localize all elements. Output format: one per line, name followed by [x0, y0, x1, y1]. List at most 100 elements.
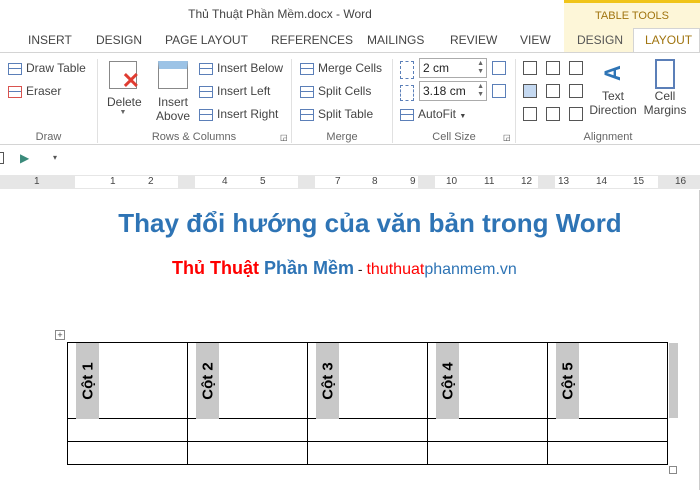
tab-insert[interactable]: INSERT: [28, 33, 72, 47]
ruler-number: 10: [446, 176, 458, 187]
table-cell[interactable]: [427, 418, 548, 442]
align-center-left-icon[interactable]: [523, 84, 537, 98]
column-header: Cột 4: [439, 362, 456, 400]
split-cells-button[interactable]: Split Cells: [300, 84, 371, 98]
insert-above-button[interactable]: Insert Above: [155, 61, 191, 123]
insert-right-label: Insert Right: [217, 107, 279, 121]
merge-cells-button[interactable]: Merge Cells: [300, 61, 382, 75]
eraser-button[interactable]: Eraser: [8, 84, 61, 98]
draw-table-label: Draw Table: [26, 61, 86, 75]
align-top-right-icon[interactable]: [569, 61, 583, 75]
tab-table-design[interactable]: DESIGN: [577, 33, 623, 47]
document-subheading: Thủ Thuật Phần Mềm - thuthuatphanmem.vn: [172, 258, 517, 279]
autofit-icon: [400, 108, 414, 121]
ribbon-tabs: INSERT DESIGN PAGE LAYOUT REFERENCES MAI…: [0, 28, 700, 52]
new-document-icon[interactable]: [0, 152, 4, 164]
text-direction-button[interactable]: A Text Direction: [588, 57, 638, 117]
table-tools-label: TABLE TOOLS: [564, 0, 700, 28]
insert-left-label: Insert Left: [217, 84, 271, 98]
table-row: Cột 1 Cột 2 Cột 3 Cột 4 Cột 5: [67, 342, 668, 419]
table-cell[interactable]: [307, 418, 428, 442]
tab-review[interactable]: REVIEW: [450, 33, 497, 47]
autofit-button[interactable]: AutoFit ▼: [400, 107, 466, 121]
insert-below-button[interactable]: Insert Below: [199, 61, 283, 75]
row-height-input[interactable]: 2 cm ▲ ▼: [419, 58, 487, 78]
cell-margins-button[interactable]: Cell Margins: [640, 59, 690, 117]
chevron-down-icon: ▼: [459, 113, 467, 120]
row-height-spinner[interactable]: ▲ ▼: [477, 60, 484, 76]
ribbon: Draw Table Eraser Draw ✕ Delete ▼ Insert…: [0, 52, 700, 145]
rows-columns-launcher-icon[interactable]: ◲: [280, 133, 288, 142]
ruler-number: 14: [596, 176, 608, 187]
align-top-center-icon[interactable]: [546, 61, 560, 75]
insert-left-button[interactable]: Insert Left: [199, 84, 270, 98]
chevron-down-icon: ▼: [119, 109, 127, 116]
insert-above-label-1: Insert: [157, 95, 188, 109]
cell-size-launcher-icon[interactable]: ◲: [503, 133, 511, 142]
table-row: [67, 418, 668, 442]
table-move-handle-icon[interactable]: +: [55, 330, 65, 340]
delete-button[interactable]: ✕ Delete ▼: [107, 61, 142, 116]
table-cell[interactable]: [547, 418, 668, 442]
tab-table-layout[interactable]: LAYOUT: [645, 33, 692, 47]
table-cell[interactable]: [307, 441, 428, 465]
eraser-icon: [8, 85, 22, 98]
table-cell[interactable]: Cột 1: [67, 342, 188, 419]
site-blue: phanmem.vn: [424, 261, 517, 278]
column-header: Cột 3: [319, 362, 336, 400]
insert-above-icon: [158, 61, 188, 89]
align-bottom-center-icon[interactable]: [546, 107, 560, 121]
column-width-spinner[interactable]: ▲ ▼: [477, 83, 484, 99]
text-direction-icon: A: [600, 65, 625, 81]
merge-cells-icon: [300, 62, 314, 75]
horizontal-ruler[interactable]: 1 1 2 4 5 7 8 9 10 11 12 13 14 15 16: [0, 175, 700, 189]
row-end-selection: [669, 343, 678, 418]
site-red: thuthuat: [366, 261, 425, 278]
tab-references[interactable]: REFERENCES: [271, 33, 353, 47]
tab-design[interactable]: DESIGN: [96, 33, 142, 47]
distribute-rows-icon[interactable]: [492, 61, 506, 75]
table-cell[interactable]: Cột 2: [187, 342, 308, 419]
split-cells-label: Split Cells: [318, 84, 372, 98]
row-height-value: 2 cm: [423, 61, 450, 75]
align-center-right-icon[interactable]: [569, 84, 583, 98]
column-width-value: 3.18 cm: [423, 84, 466, 98]
split-table-button[interactable]: Split Table: [300, 107, 373, 121]
tab-page-layout[interactable]: PAGE LAYOUT: [165, 33, 248, 47]
distribute-columns-icon[interactable]: [492, 84, 506, 98]
table-cell[interactable]: [187, 418, 308, 442]
subheading-dash: -: [354, 261, 367, 277]
tab-mailings[interactable]: MAILINGS: [367, 33, 424, 47]
draw-table-icon: [8, 62, 22, 75]
ruler-number: 13: [558, 176, 570, 187]
draw-table-button[interactable]: Draw Table: [8, 61, 86, 75]
table-cell[interactable]: Cột 3: [307, 342, 428, 419]
column-header: Cột 5: [559, 362, 576, 400]
align-center-icon[interactable]: [546, 84, 560, 98]
start-from-beginning-icon[interactable]: ▶: [20, 151, 29, 165]
table-cell[interactable]: [187, 441, 308, 465]
table-row: [67, 441, 668, 465]
column-header: Cột 1: [79, 362, 96, 400]
insert-right-button[interactable]: Insert Right: [199, 107, 278, 121]
table-cell[interactable]: [67, 441, 188, 465]
document-table[interactable]: Cột 1 Cột 2 Cột 3 Cột 4 Cột 5: [67, 342, 668, 465]
customize-qat-icon[interactable]: ▾: [53, 153, 57, 162]
align-bottom-right-icon[interactable]: [569, 107, 583, 121]
table-cell[interactable]: Cột 4: [427, 342, 548, 419]
ruler-number: 1: [34, 176, 40, 187]
ruler-number: 8: [372, 176, 378, 187]
table-resize-handle-icon[interactable]: [669, 466, 677, 474]
ruler-number: 5: [260, 176, 266, 187]
split-table-label: Split Table: [318, 107, 374, 121]
column-width-input[interactable]: 3.18 cm ▲ ▼: [419, 81, 487, 101]
table-cell[interactable]: [67, 418, 188, 442]
align-bottom-left-icon[interactable]: [523, 107, 537, 121]
align-top-left-icon[interactable]: [523, 61, 537, 75]
ruler-cell: [195, 176, 298, 188]
table-cell[interactable]: [427, 441, 548, 465]
ruler-number: 12: [521, 176, 533, 187]
table-cell[interactable]: [547, 441, 668, 465]
tab-view[interactable]: VIEW: [520, 33, 551, 47]
table-cell[interactable]: Cột 5: [547, 342, 668, 419]
